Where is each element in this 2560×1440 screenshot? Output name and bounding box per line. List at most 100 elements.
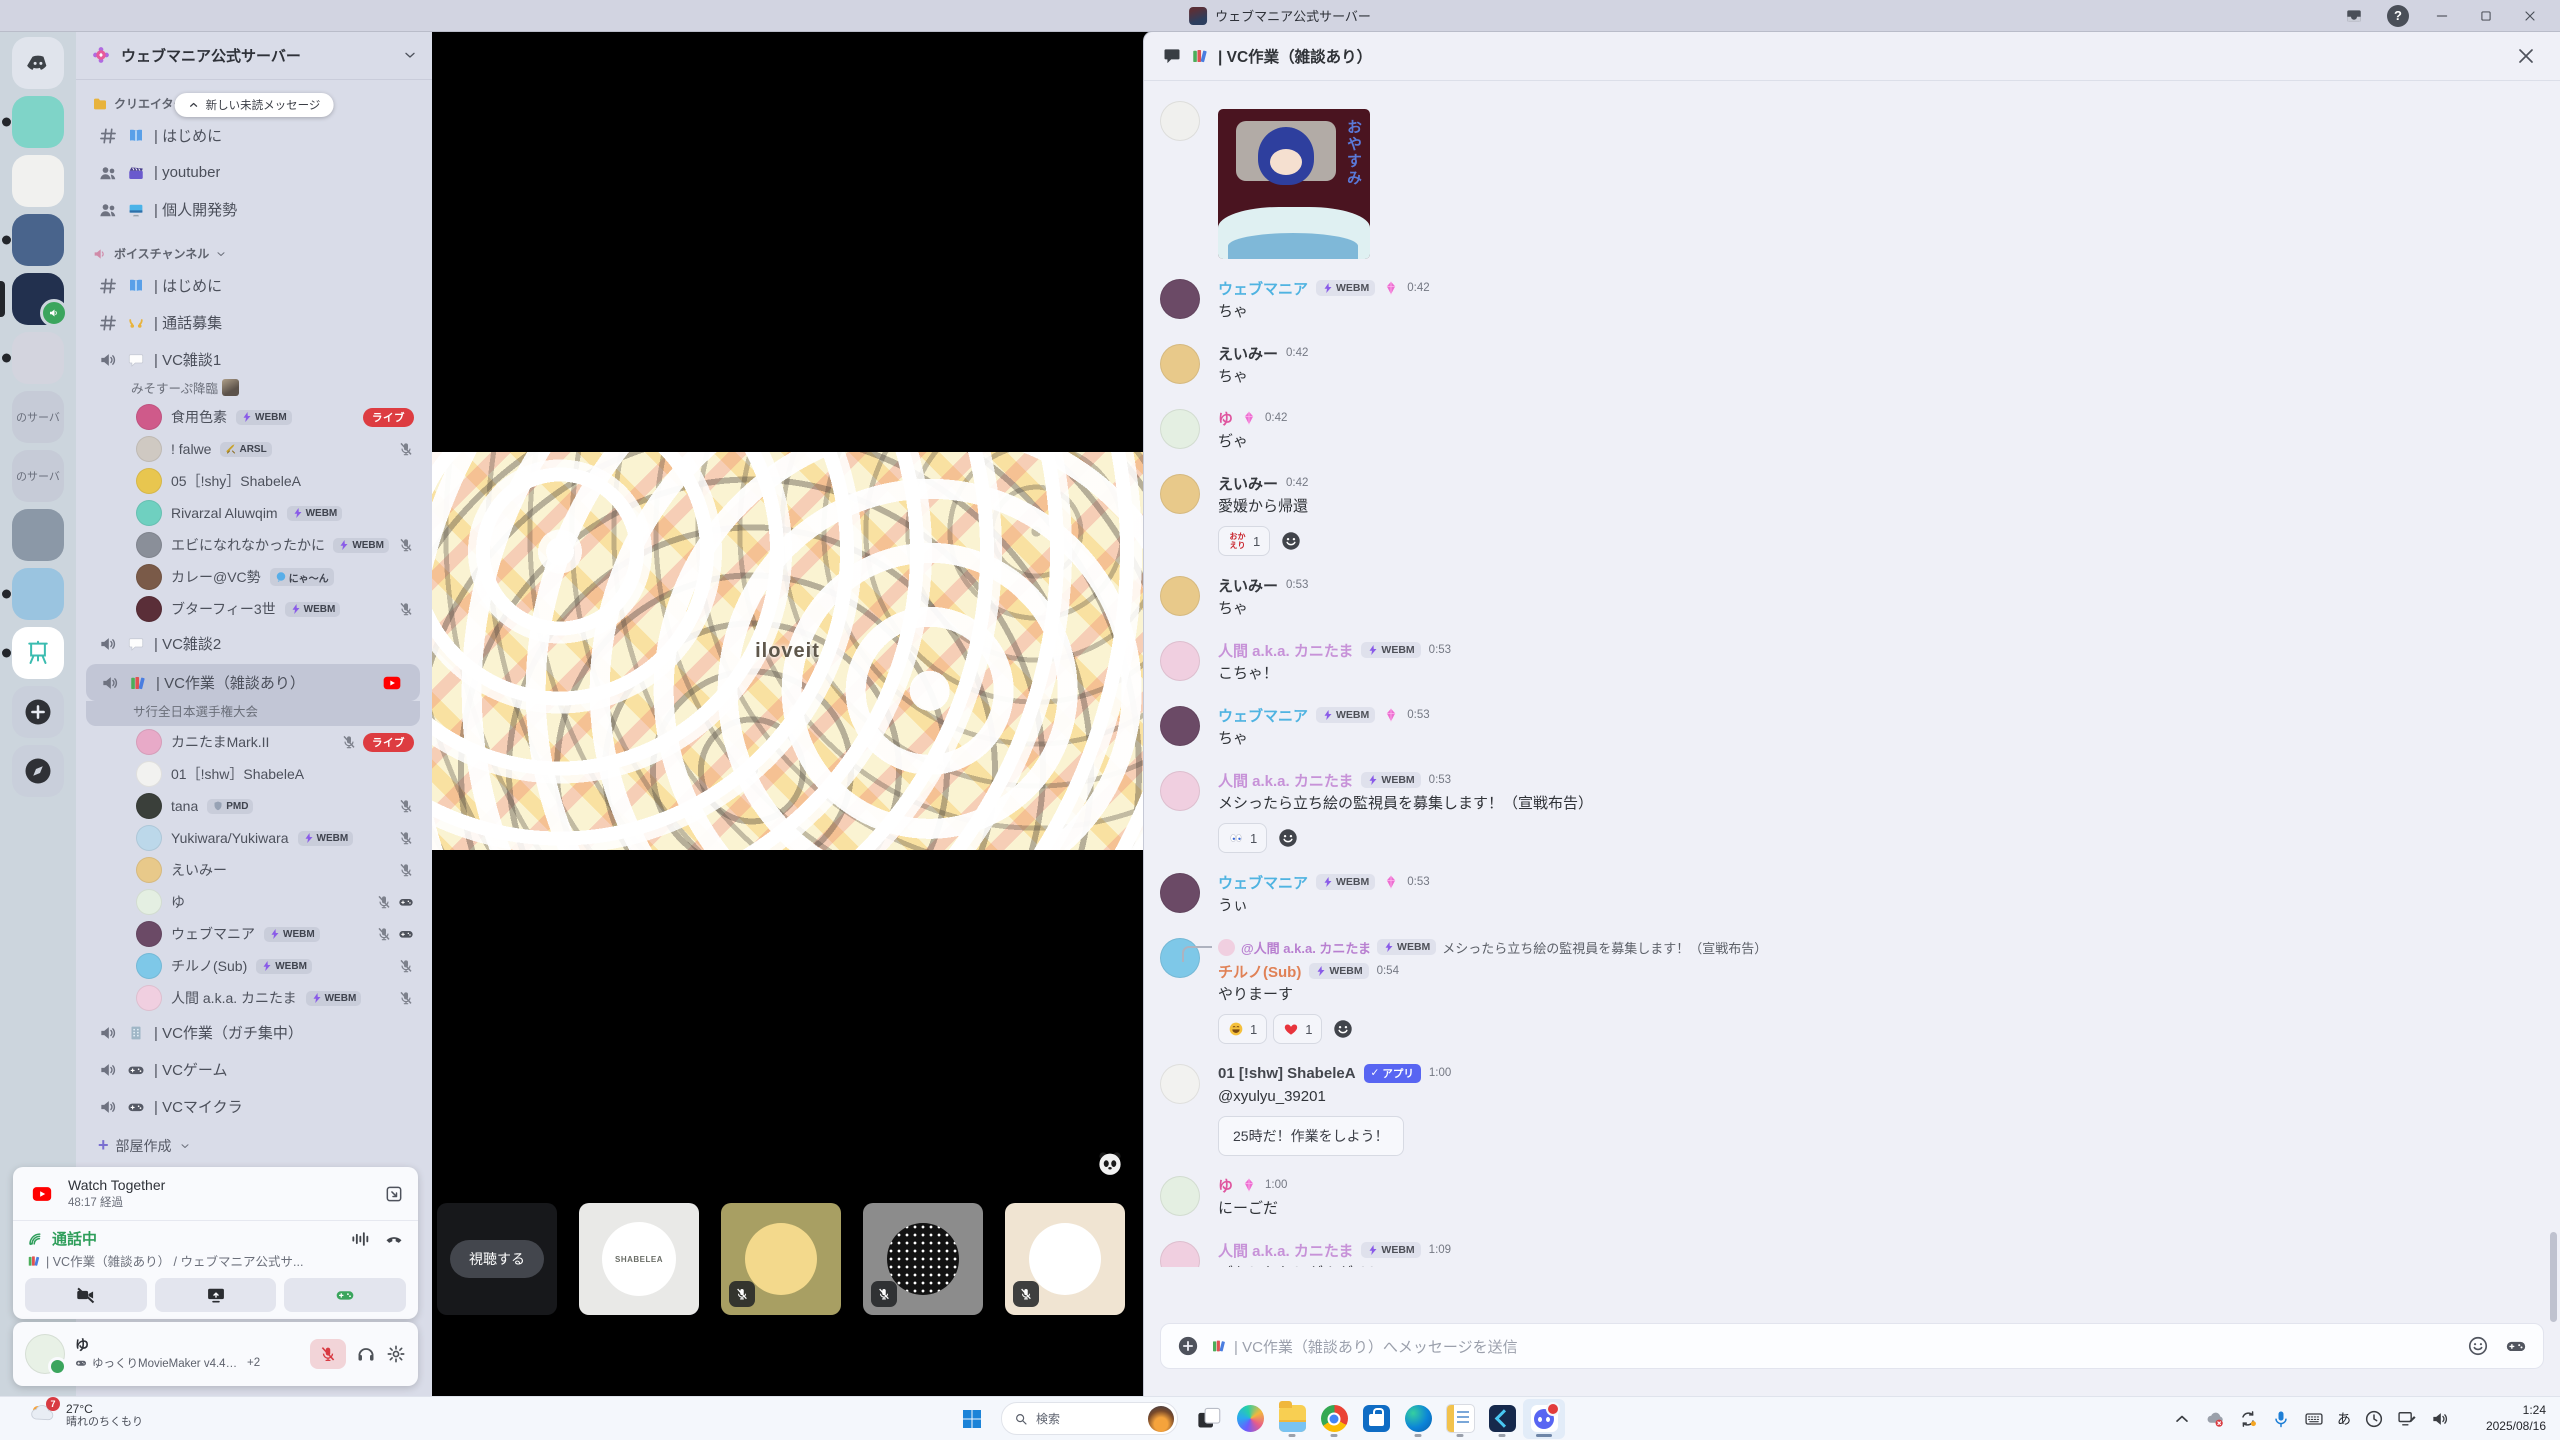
message-username[interactable]: 01 [!shw] ShabeleA (1218, 1065, 1356, 1082)
voice-participant[interactable]: tanaPMD (84, 790, 426, 822)
voice-participant[interactable]: カレー@VC勢にゃ～ん (84, 561, 426, 593)
voice-participant[interactable]: ウェブマニアWEBM (84, 918, 426, 950)
taskbar-app-chrome[interactable] (1313, 1399, 1355, 1439)
message-avatar[interactable] (1160, 101, 1200, 141)
taskbar-app-edge[interactable] (1397, 1399, 1439, 1439)
settings-button[interactable] (386, 1344, 406, 1364)
chat-close-icon[interactable] (2514, 44, 2538, 68)
message-avatar[interactable] (1160, 873, 1200, 913)
stream-tile[interactable] (863, 1203, 983, 1315)
message-avatar[interactable] (1160, 409, 1200, 449)
mic-mute-button[interactable] (310, 1339, 346, 1369)
message-username[interactable]: ウェブマニア (1218, 872, 1308, 893)
voice-channel-row[interactable]: | VCゲーム (84, 1051, 426, 1088)
voice-bars-icon[interactable] (350, 1229, 370, 1249)
server-folder-1[interactable]: のサーバ (12, 391, 64, 443)
voice-channel-row[interactable]: | VC雑談1 (84, 341, 426, 378)
category-4[interactable]: ボイスチャンネル (84, 238, 426, 267)
taskbar-app-microsoft-store[interactable] (1355, 1399, 1397, 1439)
taskbar-app-file-explorer[interactable] (1271, 1399, 1313, 1439)
server-teal-face[interactable] (12, 96, 64, 148)
message-username[interactable]: えいみー (1218, 473, 1278, 494)
taskbar-app-discord[interactable] (1523, 1399, 1565, 1439)
message-quote-box[interactable]: 25時だ！作業をしよう！ (1218, 1116, 1404, 1156)
stream-tile[interactable] (721, 1203, 841, 1315)
reply-context[interactable]: @人間 a.k.a. カニたまWEBMメシったら立ち絵の監視員を募集します！（宣… (1218, 936, 2552, 958)
create-room-row[interactable]: +部屋作成 (84, 1125, 426, 1156)
add-reaction-button[interactable] (1328, 1015, 1358, 1043)
message-username[interactable]: 人間 a.k.a. カニたま (1218, 640, 1353, 661)
history-icon[interactable] (2364, 1409, 2384, 1429)
voice-participant[interactable]: 01［!shw］ShabeleA (84, 758, 426, 790)
maximize-button[interactable] (2466, 0, 2506, 31)
message-avatar[interactable] (1160, 474, 1200, 514)
server-webmania[interactable] (12, 273, 64, 325)
message-avatar[interactable] (1160, 641, 1200, 681)
attach-icon[interactable] (1177, 1335, 1199, 1357)
start-button[interactable] (952, 1399, 992, 1439)
channel-row[interactable]: | youtuber (84, 154, 426, 191)
chat-scrollbar[interactable] (2550, 1232, 2557, 1322)
tray-expand-icon[interactable] (2172, 1409, 2192, 1429)
hangup-icon[interactable] (384, 1229, 404, 1249)
close-button[interactable] (2510, 0, 2550, 31)
voice-channel-row[interactable]: | VC作業（雑談あり） (86, 664, 420, 701)
message-avatar[interactable] (1160, 771, 1200, 811)
add-reaction-button[interactable] (1273, 824, 1303, 852)
voice-participant[interactable]: えいみー (84, 854, 426, 886)
deafen-button[interactable] (356, 1344, 376, 1364)
message-username[interactable]: ゆ (1218, 408, 1233, 429)
voice-participant[interactable]: Rivarzal AluwqimWEBM (84, 497, 426, 529)
stream-tile[interactable]: 視聴する (437, 1203, 557, 1315)
voice-participant[interactable]: Yukiwara/YukiwaraWEBM (84, 822, 426, 854)
voice-participant[interactable]: ブターフィー3世WEBM (84, 593, 426, 625)
reaction-pill[interactable]: 1 (1273, 1014, 1322, 1044)
stream-tile[interactable] (1005, 1203, 1125, 1315)
voice-participant[interactable]: チルノ(Sub)WEBM (84, 950, 426, 982)
taskbar-app-code-editor[interactable] (1481, 1399, 1523, 1439)
inbox-icon[interactable] (2334, 0, 2374, 31)
voice-participant[interactable]: ! falweARSL (84, 433, 426, 465)
voice-participant[interactable]: 食用色素WEBMライブ (84, 401, 426, 433)
microphone-in-use-icon[interactable] (2271, 1409, 2291, 1429)
server-girl[interactable] (12, 332, 64, 384)
stream-video[interactable]: iloveit (432, 452, 1143, 850)
apps-icon[interactable] (2505, 1335, 2527, 1357)
server-header[interactable]: ウェブマニア公式サーバー (76, 31, 432, 80)
explore-servers[interactable] (12, 745, 64, 797)
message-username[interactable]: チルノ(Sub) (1218, 961, 1301, 982)
message-username[interactable]: ウェブマニア (1218, 705, 1308, 726)
reaction-pill[interactable]: おかえり1 (1218, 526, 1270, 556)
voice-channel-row[interactable]: | VC作業（ガチ集中） (84, 1014, 426, 1051)
server-cat[interactable] (12, 509, 64, 561)
channel-row[interactable]: | 個人開発勢 (84, 191, 426, 228)
stream-tile[interactable]: SHABELEA (579, 1203, 699, 1315)
popout-icon[interactable] (384, 1184, 404, 1204)
voice-participant[interactable]: エビになれなかったかに缶WEBM (84, 529, 426, 561)
message-username[interactable]: ウェブマニア (1218, 278, 1308, 299)
touch-keyboard-icon[interactable] (2304, 1409, 2324, 1429)
ime-mode-indicator[interactable]: あ (2337, 1409, 2351, 1429)
unread-messages-pill[interactable]: 新しい未読メッセージ (175, 93, 334, 117)
server-folder-2[interactable]: のサーバ (12, 450, 64, 502)
channel-row[interactable]: | 通話募集 (84, 304, 426, 341)
channel-row[interactable]: | はじめに (84, 267, 426, 304)
taskbar-clock[interactable]: 1:24 2025/08/16 (2486, 1402, 2546, 1434)
voice-participant[interactable]: ゆ (84, 886, 426, 918)
message-avatar[interactable] (1160, 706, 1200, 746)
server-miku[interactable] (12, 568, 64, 620)
message-avatar[interactable] (1160, 1241, 1200, 1267)
server-photo[interactable] (12, 214, 64, 266)
message-avatar[interactable] (1160, 576, 1200, 616)
message-avatar[interactable] (1160, 1176, 1200, 1216)
activity-button[interactable] (284, 1278, 406, 1312)
voice-participant[interactable]: カニたまMark.IIライブ (84, 726, 426, 758)
emoji-picker-icon[interactable] (2467, 1335, 2489, 1357)
reaction-pill[interactable]: 1 (1218, 1014, 1267, 1044)
voice-channel-row[interactable]: | VCマイクラ (84, 1088, 426, 1125)
pen-display-icon[interactable] (2397, 1409, 2417, 1429)
reaction-pill[interactable]: 1 (1218, 823, 1267, 853)
taskbar-app-notepad[interactable] (1439, 1399, 1481, 1439)
taskbar-app-copilot[interactable] (1229, 1399, 1271, 1439)
message-avatar[interactable] (1160, 344, 1200, 384)
